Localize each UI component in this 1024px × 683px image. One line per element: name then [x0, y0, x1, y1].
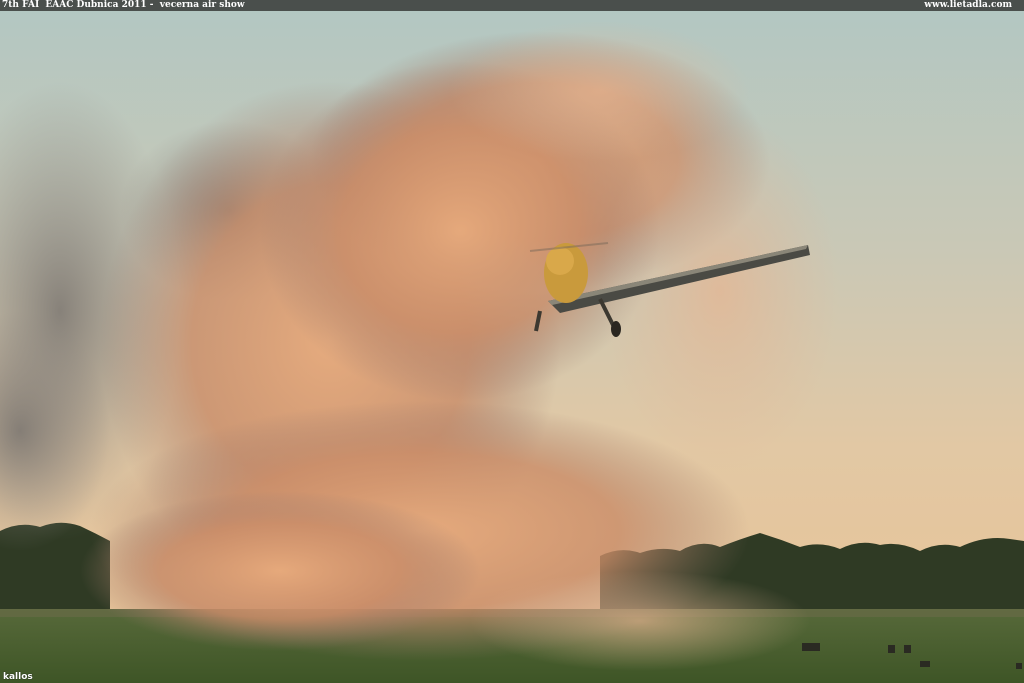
photo	[0, 11, 1024, 683]
site-link[interactable]: www.lietadla.com	[924, 0, 1012, 11]
photographer-credit: kallos	[3, 672, 33, 682]
caption-bar: 7th FAI EAAC Dubnica 2011 - vecerna air …	[0, 0, 1024, 11]
photo-viewer: 7th FAI EAAC Dubnica 2011 - vecerna air …	[0, 0, 1024, 683]
photo-title: 7th FAI EAAC Dubnica 2011 - vecerna air …	[2, 0, 245, 10]
